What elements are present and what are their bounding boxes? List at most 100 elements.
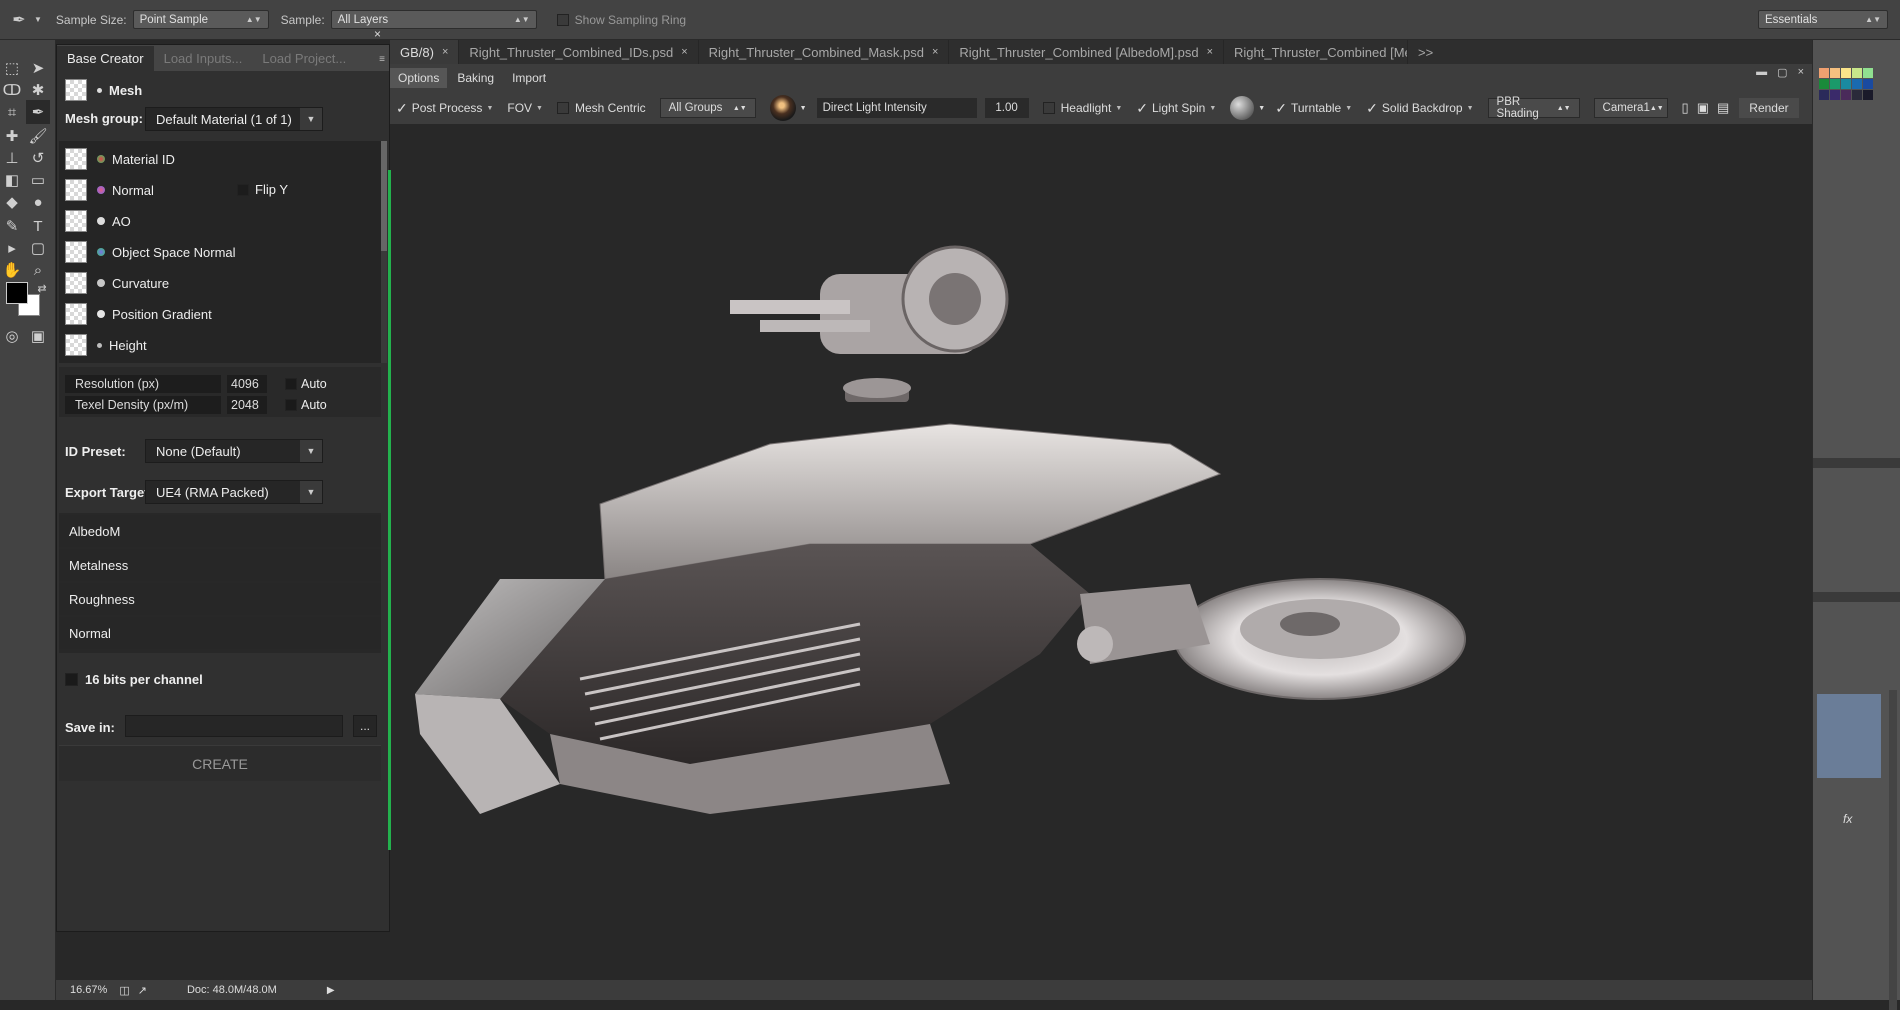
tab-load-inputs[interactable]: Load Inputs...	[154, 46, 253, 71]
screen-mode-icon[interactable]: ▣	[26, 324, 50, 348]
color-swatch[interactable]	[1863, 79, 1873, 89]
quick-mask-icon[interactable]: ◎	[0, 324, 24, 348]
mesh-group-select[interactable]: Default Material (1 of 1) ▼	[145, 107, 323, 131]
scroll-thumb[interactable]	[381, 141, 387, 251]
color-swatch[interactable]	[1841, 68, 1851, 78]
map-thumbnail[interactable]	[65, 148, 87, 170]
layers-scrollbar[interactable]	[1889, 690, 1897, 1010]
color-swatch[interactable]	[1852, 68, 1862, 78]
tool-preset-arrow-icon[interactable]: ▼	[34, 15, 42, 24]
color-swatch[interactable]	[1819, 68, 1829, 78]
render-button[interactable]: Render	[1739, 98, 1799, 118]
close-icon[interactable]: ×	[932, 46, 938, 58]
doc-tab[interactable]: Right_Thruster_Combined [AlbedoM].psd ×	[949, 40, 1225, 64]
brush-tool-icon[interactable]: 🖌	[26, 124, 50, 148]
color-swatch[interactable]	[1852, 90, 1862, 100]
maps-scrollbar[interactable]	[381, 141, 387, 363]
light-spin-toggle[interactable]: ✓ Light Spin ▼	[1136, 100, 1216, 117]
mesh-row[interactable]: Mesh	[59, 73, 381, 107]
tab-baking[interactable]: Baking	[449, 68, 502, 88]
texel-density-slider[interactable]: Texel Density (px/m)	[65, 396, 221, 414]
dropdown-arrow-icon[interactable]: ▼	[300, 108, 322, 130]
caret-icon[interactable]: ▼	[1258, 105, 1265, 112]
close-icon[interactable]: ×	[1207, 46, 1213, 58]
close-icon[interactable]: ×	[681, 46, 687, 58]
light-probe-icon[interactable]	[769, 95, 796, 121]
tab-options[interactable]: Options	[390, 68, 448, 88]
shading-select[interactable]: PBR Shading ▲▼	[1487, 96, 1580, 120]
status-menu-arrow-icon[interactable]: ▶	[327, 985, 335, 996]
history-brush-icon[interactable]: ↺	[26, 146, 50, 170]
sample-select[interactable]: All Layers ▲▼	[330, 10, 537, 29]
export-item-metalness[interactable]: Metalness	[59, 549, 381, 581]
color-swatch[interactable]	[1830, 68, 1840, 78]
type-tool-icon[interactable]: T	[26, 214, 50, 238]
texel-auto-checkbox[interactable]	[285, 399, 297, 411]
color-swatch[interactable]	[1863, 90, 1873, 100]
show-sampling-ring-checkbox[interactable]	[556, 13, 569, 26]
tab-import[interactable]: Import	[504, 68, 554, 88]
doc-tab[interactable]: Right_Thruster_Combined [Met	[1224, 40, 1409, 64]
close-panel-icon[interactable]: ×	[374, 27, 381, 41]
color-swatch[interactable]	[1841, 90, 1851, 100]
hand-tool-icon[interactable]: ✋	[0, 258, 24, 282]
save-icon[interactable]: ▣	[1697, 100, 1709, 116]
turntable-toggle[interactable]: ✓ Turntable ▼	[1275, 100, 1352, 117]
fov-dropdown[interactable]: FOV ▼	[507, 101, 543, 115]
stamp-tool-icon[interactable]: ⊥	[0, 146, 24, 170]
id-preset-select[interactable]: None (Default) ▼	[145, 439, 323, 463]
doc-tab[interactable]: GB/8) ×	[390, 40, 460, 64]
3d-viewport[interactable]	[390, 124, 1812, 984]
export-item-albedom[interactable]: AlbedoM	[59, 515, 381, 547]
map-thumbnail[interactable]	[65, 241, 87, 263]
eyedropper-tool-icon[interactable]: ✒	[26, 100, 50, 124]
light-intensity-value[interactable]: 1.00	[984, 98, 1029, 118]
pen-tool-icon[interactable]: ✎	[0, 214, 24, 238]
groups-select[interactable]: All Groups ▲▼	[659, 98, 756, 118]
16-bits-checkbox[interactable]	[65, 673, 78, 686]
dropdown-arrow-icon[interactable]: ▼	[300, 481, 322, 503]
color-swatch[interactable]	[1830, 90, 1840, 100]
color-swatch[interactable]	[1863, 68, 1873, 78]
map-thumbnail[interactable]	[65, 210, 87, 232]
resolution-auto-checkbox[interactable]	[285, 378, 297, 390]
mesh-thumbnail[interactable]	[65, 79, 87, 101]
tabs-overflow-button[interactable]: >>	[1408, 40, 1443, 64]
color-swatch[interactable]	[1819, 90, 1829, 100]
dropdown-arrow-icon[interactable]: ▼	[300, 440, 322, 462]
status-share-icon[interactable]: ↗	[138, 984, 147, 997]
layer-thumbnail[interactable]	[1817, 694, 1881, 778]
camera-select[interactable]: Camera1 ▲▼	[1593, 98, 1668, 118]
color-swatch[interactable]	[1841, 79, 1851, 89]
browse-button[interactable]: ...	[353, 715, 377, 737]
status-preview-icon[interactable]: ◫	[119, 984, 129, 997]
eyedropper-icon[interactable]: ✒	[8, 9, 30, 31]
doc-tab[interactable]: Right_Thruster_Combined_Mask.psd ×	[699, 40, 950, 64]
trash-icon[interactable]: ▤	[1717, 100, 1729, 116]
close-icon[interactable]: ×	[1798, 66, 1804, 79]
minimize-icon[interactable]: ▬	[1756, 66, 1767, 79]
texel-density-input[interactable]: 2048	[227, 396, 267, 414]
tab-base-creator[interactable]: Base Creator	[57, 46, 154, 71]
color-swatch[interactable]	[1830, 79, 1840, 89]
eraser-tool-icon[interactable]: ◧	[0, 168, 24, 192]
export-target-select[interactable]: UE4 (RMA Packed) ▼	[145, 480, 323, 504]
healing-brush-icon[interactable]: ✚	[0, 124, 24, 148]
resolution-input[interactable]: 4096	[227, 375, 267, 393]
headlight-toggle[interactable]: Headlight ▼	[1042, 101, 1122, 115]
shape-tool-icon[interactable]: ▢	[26, 236, 50, 260]
mesh-centric-checkbox[interactable]	[556, 102, 569, 114]
export-item-normal[interactable]: Normal	[59, 617, 381, 649]
create-button[interactable]: CREATE	[59, 745, 381, 781]
layer-fx-icon[interactable]: fx	[1843, 812, 1852, 826]
resolution-slider[interactable]: Resolution (px)	[65, 375, 221, 393]
color-swatch[interactable]	[1819, 79, 1829, 89]
zoom-level[interactable]: 16.67%	[70, 984, 107, 996]
swap-colors-icon[interactable]: ⇄	[30, 276, 54, 300]
path-select-icon[interactable]: ▸	[0, 236, 24, 260]
panel-menu-icon[interactable]: ≡	[375, 54, 389, 71]
dodge-tool-icon[interactable]: ●	[26, 190, 50, 214]
gradient-tool-icon[interactable]: ▭	[26, 168, 50, 192]
environment-sphere-icon[interactable]	[1230, 96, 1255, 120]
solid-backdrop-toggle[interactable]: ✓ Solid Backdrop ▼	[1366, 100, 1473, 117]
